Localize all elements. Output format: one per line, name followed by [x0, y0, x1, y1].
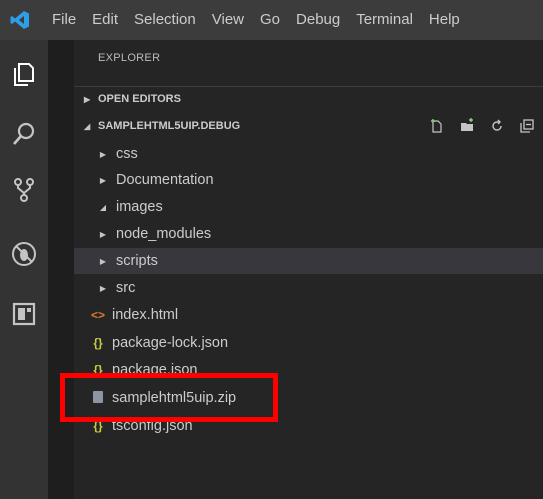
folder-label: scripts — [116, 253, 158, 269]
open-editors-header[interactable]: ▶ OPEN EDITORS — [74, 86, 543, 111]
folder-label: images — [116, 199, 163, 215]
explorer-title: EXPLORER — [98, 52, 161, 64]
highlight-box — [60, 373, 278, 422]
file-package-lock-json[interactable]: {} package-lock.json — [74, 330, 543, 356]
menu-debug[interactable]: Debug — [288, 0, 348, 40]
file-label: index.html — [112, 307, 179, 323]
menu-bar: File Edit Selection View Go Debug Termin… — [0, 0, 543, 40]
chevron-right-icon: ▶ — [99, 229, 107, 239]
chevron-right-icon: ▶ — [99, 256, 107, 266]
explorer-actions — [429, 114, 535, 138]
menu-edit[interactable]: Edit — [84, 0, 126, 40]
folder-label: css — [116, 146, 138, 162]
collapse-all-icon[interactable] — [519, 118, 535, 134]
project-header[interactable]: ◢ SAMPLEHTML5UIP.DEBUG — [74, 114, 543, 138]
chevron-right-icon: ▶ — [99, 283, 107, 293]
chevron-right-icon: ▶ — [99, 149, 107, 159]
new-folder-icon[interactable] — [459, 118, 475, 134]
new-file-icon[interactable] — [429, 118, 445, 134]
chevron-right-icon: ▶ — [99, 175, 107, 185]
open-editors-label: OPEN EDITORS — [98, 93, 181, 105]
folder-css[interactable]: ▶ css — [74, 141, 543, 167]
folder-images[interactable]: ◢ images — [74, 194, 543, 220]
menu-file[interactable]: File — [40, 0, 84, 40]
sidebar-gutter — [48, 40, 74, 499]
source-control-icon[interactable] — [0, 164, 48, 216]
folder-label: src — [116, 280, 136, 296]
folder-label: node_modules — [116, 226, 212, 242]
folder-scripts[interactable]: ▶ scripts — [74, 248, 543, 274]
html-file-icon: <> — [90, 308, 105, 322]
refresh-icon[interactable] — [489, 118, 505, 134]
json-file-icon: {} — [93, 336, 103, 350]
chevron-right-icon: ▶ — [84, 94, 91, 104]
project-name: SAMPLEHTML5UIP.DEBUG — [98, 120, 241, 132]
folder-node-modules[interactable]: ▶ node_modules — [74, 221, 543, 247]
files-icon[interactable] — [0, 48, 48, 100]
extensions-icon[interactable] — [0, 288, 48, 340]
file-index-html[interactable]: <> index.html — [74, 302, 543, 328]
vscode-logo-icon — [0, 0, 40, 40]
menu-help[interactable]: Help — [421, 0, 468, 40]
activity-bar — [0, 40, 48, 499]
debug-icon[interactable] — [0, 228, 48, 280]
menu-selection[interactable]: Selection — [126, 0, 204, 40]
folder-src[interactable]: ▶ src — [74, 275, 543, 301]
folder-label: Documentation — [116, 172, 214, 188]
search-icon[interactable] — [0, 108, 48, 160]
menu-terminal[interactable]: Terminal — [348, 0, 421, 40]
chevron-down-icon: ◢ — [99, 202, 107, 212]
file-label: package-lock.json — [112, 335, 229, 351]
menu-view[interactable]: View — [204, 0, 252, 40]
explorer-sidebar: EXPLORER ▶ OPEN EDITORS ◢ SAMPLEHTML5UIP… — [74, 40, 543, 499]
folder-documentation[interactable]: ▶ Documentation — [74, 167, 543, 193]
menu-go[interactable]: Go — [252, 0, 288, 40]
chevron-down-icon: ◢ — [84, 121, 91, 131]
